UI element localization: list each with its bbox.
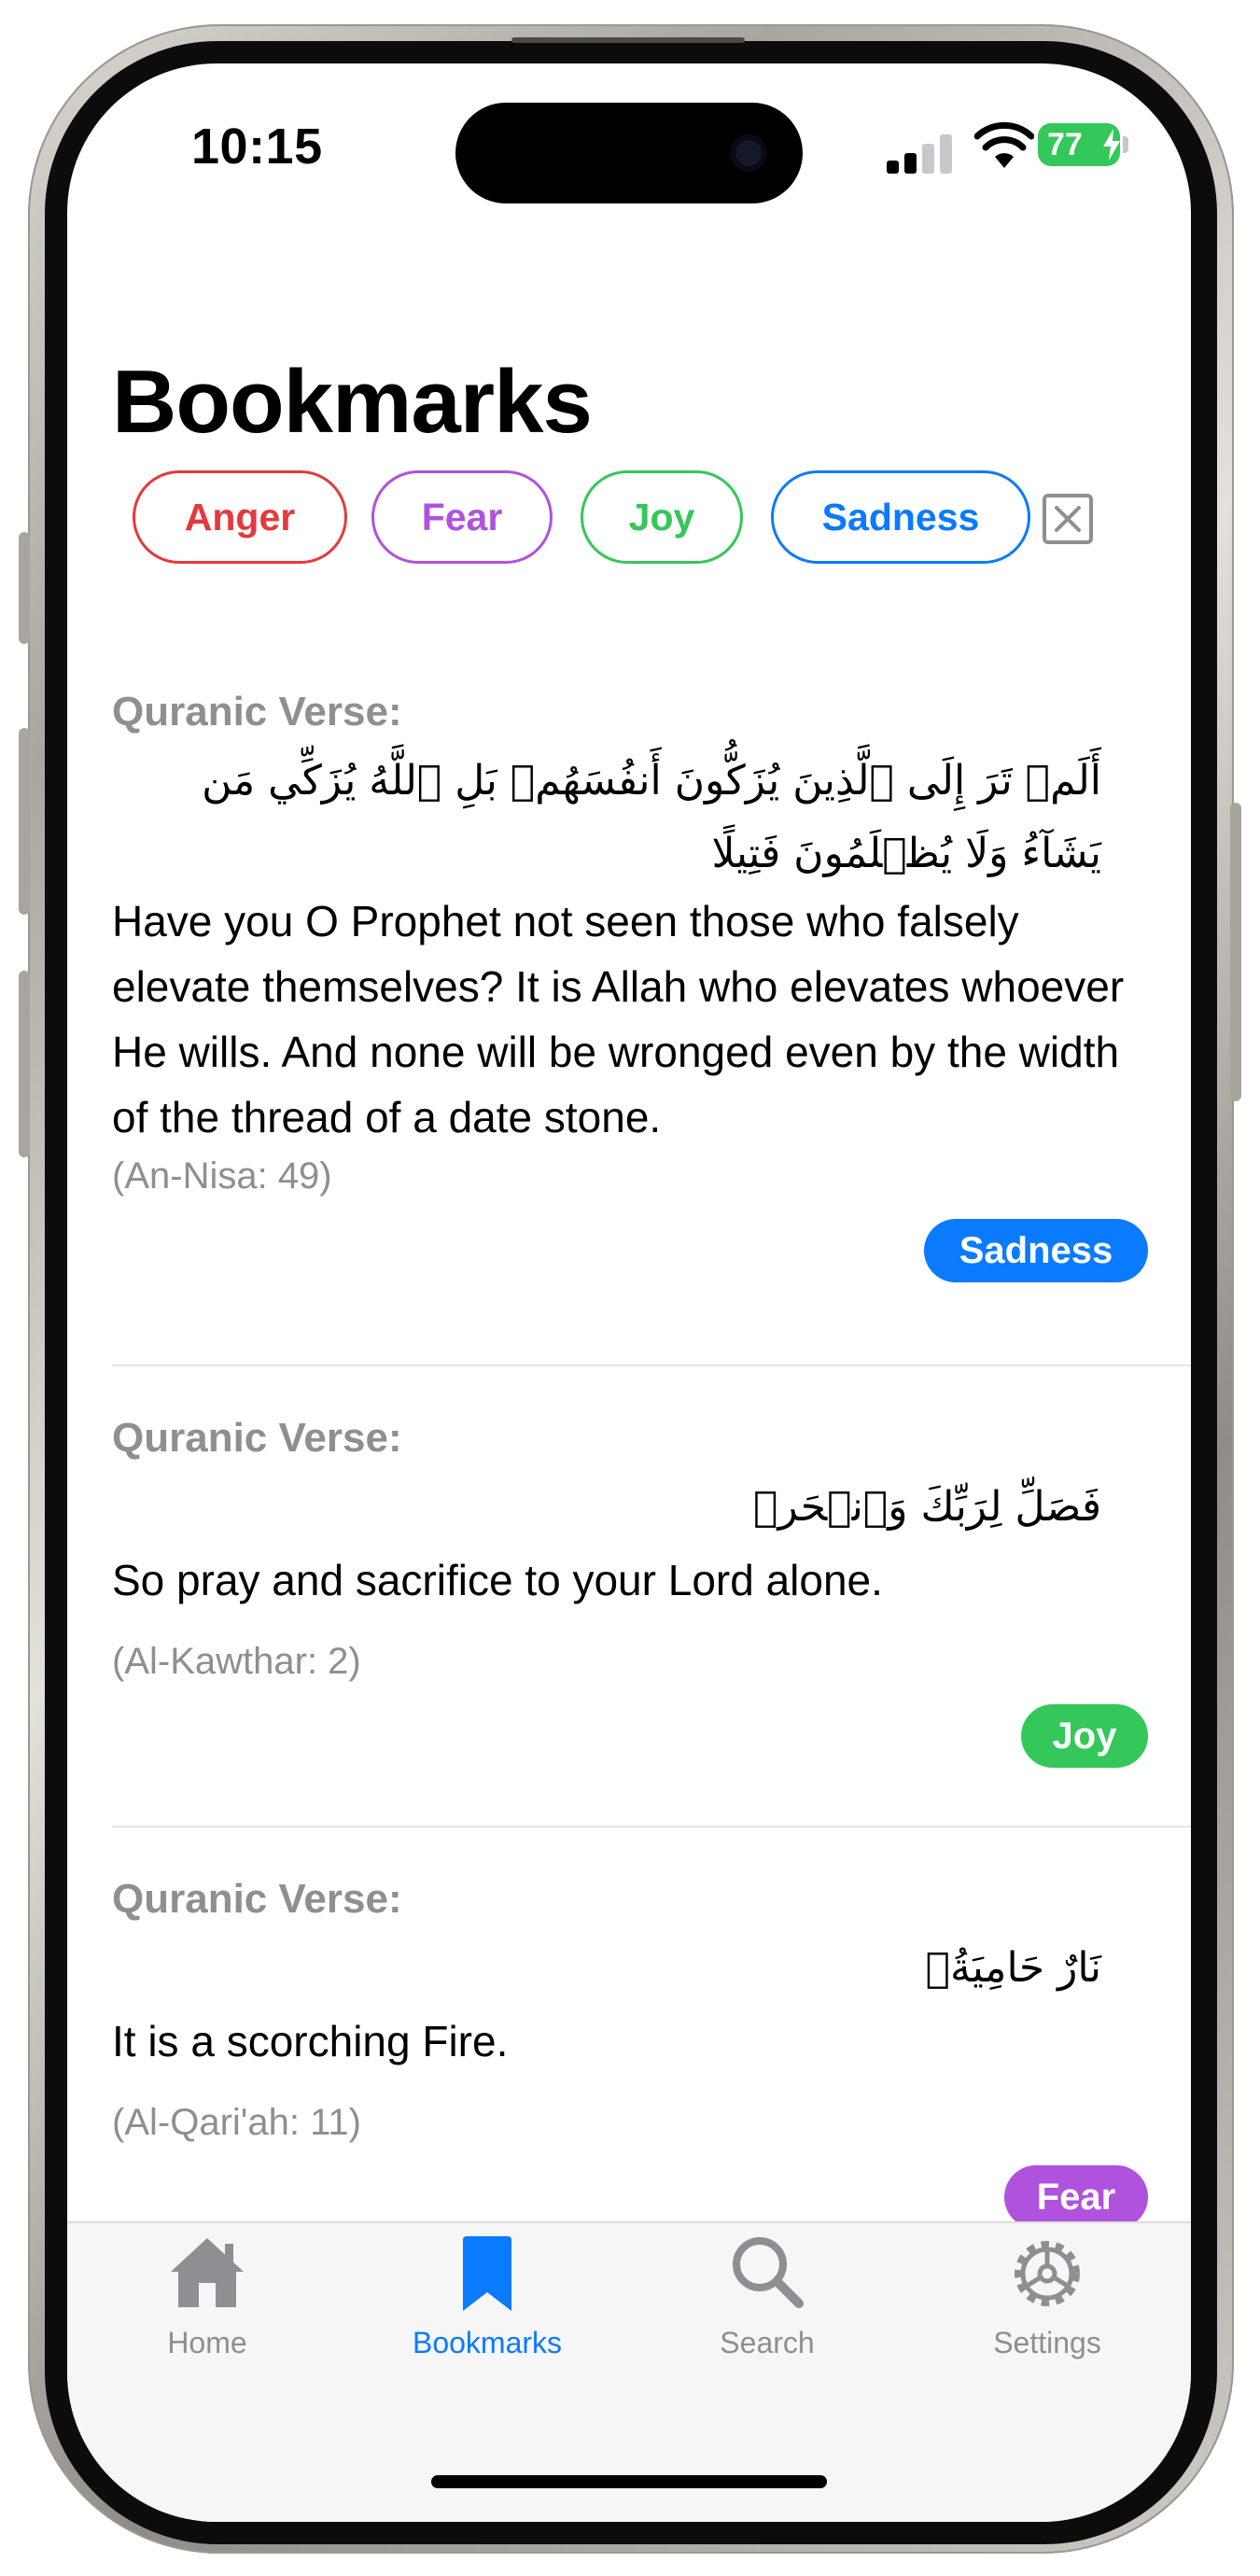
emotion-tag-sadness: Sadness bbox=[924, 1219, 1148, 1282]
arabic-verse: فَصَلِّ لِرَبِّكَ وَٱنۡحَرۡ bbox=[753, 1483, 1101, 1531]
emotion-tag-fear: Fear bbox=[1004, 2165, 1148, 2229]
clear-filters-button[interactable] bbox=[1043, 494, 1093, 544]
divider bbox=[112, 1826, 1191, 1827]
chip-label: Fear bbox=[421, 495, 503, 539]
filter-chip-sadness[interactable]: Sadness bbox=[771, 470, 1030, 564]
cellular-signal-icon bbox=[887, 131, 954, 174]
tab-label: Bookmarks bbox=[412, 2326, 563, 2359]
page-title: Bookmarks bbox=[112, 352, 593, 452]
charging-bolt-icon bbox=[1103, 129, 1120, 161]
tab-label: Home bbox=[167, 2326, 247, 2359]
tab-settings[interactable]: Settings bbox=[907, 2223, 1187, 2391]
battery-icon: 77 bbox=[1038, 123, 1120, 166]
battery-level: 77 bbox=[1047, 127, 1083, 162]
verse-label: Quranic Verse: bbox=[112, 689, 402, 735]
power-button bbox=[1230, 803, 1241, 1101]
chip-label: Anger bbox=[184, 495, 296, 539]
verse-translation: It is a scorching Fire. bbox=[112, 2017, 509, 2065]
gear-icon bbox=[1015, 2241, 1080, 2306]
action-button bbox=[19, 532, 30, 644]
chip-label: Sadness bbox=[821, 495, 980, 539]
bookmark-entry[interactable]: Quranic Verse: نَارٌ حَامِيَةُۢ It is a … bbox=[112, 1876, 1167, 2268]
arabic-verse: نَارٌ حَامِيَةُۢ bbox=[925, 1944, 1101, 1992]
bookmark-entry[interactable]: Quranic Verse: فَصَلِّ لِرَبِّكَ وَٱنۡحَ… bbox=[112, 1415, 1167, 1835]
bookmark-icon bbox=[463, 2236, 511, 2311]
tab-search[interactable]: Search bbox=[627, 2223, 907, 2391]
emotion-tag-joy: Joy bbox=[1021, 1704, 1148, 1768]
verse-translation: So pray and sacrifice to your Lord alone… bbox=[112, 1556, 883, 1604]
battery-cap bbox=[1123, 136, 1128, 153]
front-camera-icon bbox=[730, 134, 767, 172]
tab-home[interactable]: Home bbox=[67, 2223, 347, 2391]
screen: 10:15 77 Bookmarks Anger Fear Joy Sadnes… bbox=[67, 63, 1191, 2522]
wifi-icon bbox=[974, 121, 1034, 168]
filter-chip-fear[interactable]: Fear bbox=[371, 470, 553, 564]
close-icon bbox=[1055, 506, 1081, 532]
tab-bookmarks[interactable]: Bookmarks bbox=[347, 2223, 627, 2391]
verse-reference: (Al-Qari'ah: 11) bbox=[112, 2102, 361, 2143]
volume-up-button bbox=[19, 728, 30, 915]
verse-reference: (Al-Kawthar: 2) bbox=[112, 1641, 361, 1682]
filter-chip-anger[interactable]: Anger bbox=[133, 470, 347, 564]
verse-label: Quranic Verse: bbox=[112, 1876, 402, 1922]
divider bbox=[112, 1365, 1191, 1366]
verse-label: Quranic Verse: bbox=[112, 1415, 402, 1461]
earpiece bbox=[511, 37, 745, 43]
arabic-verse: أَلَمۡ تَرَ إِلَى ٱلَّذِينَ يُزَكُّونَ أ… bbox=[202, 757, 1101, 877]
tab-label: Settings bbox=[993, 2326, 1101, 2359]
verse-translation: Have you O Prophet not seen those who fa… bbox=[112, 897, 1125, 1141]
verse-reference: (An-Nisa: 49) bbox=[112, 1155, 332, 1197]
tab-label: Search bbox=[720, 2326, 815, 2359]
dynamic-island bbox=[455, 103, 803, 203]
filter-chip-joy[interactable]: Joy bbox=[581, 470, 743, 564]
status-time: 10:15 bbox=[191, 119, 323, 175]
volume-down-button bbox=[19, 971, 30, 1157]
bookmark-entry[interactable]: Quranic Verse: أَلَمۡ تَرَ إِلَى ٱلَّذِي… bbox=[112, 689, 1167, 1379]
magnifier-icon bbox=[733, 2237, 804, 2308]
home-indicator[interactable] bbox=[431, 2475, 827, 2488]
chip-label: Joy bbox=[628, 495, 695, 539]
house-icon bbox=[171, 2238, 244, 2307]
